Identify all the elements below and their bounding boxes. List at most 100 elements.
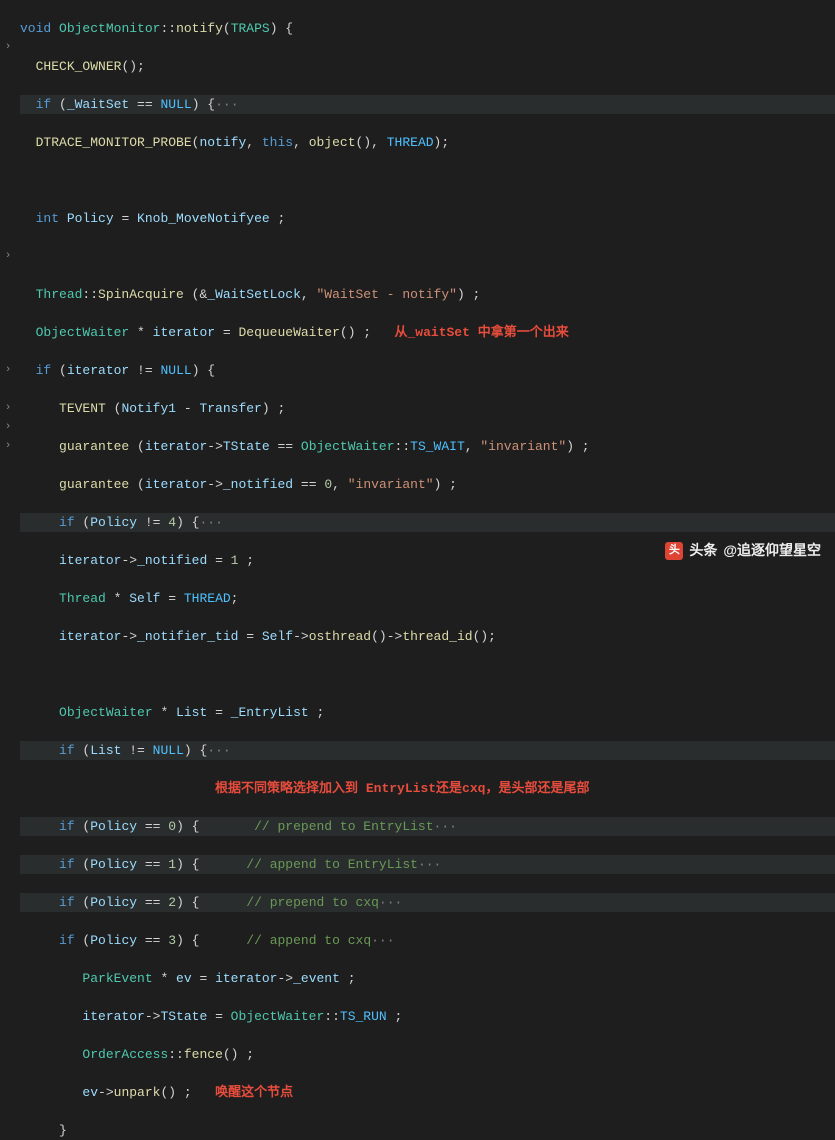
const: NULL bbox=[153, 743, 184, 758]
member: TState bbox=[223, 439, 270, 454]
const: TS_RUN bbox=[340, 1009, 387, 1024]
type: OrderAccess bbox=[82, 1047, 168, 1062]
var: _WaitSet bbox=[67, 97, 129, 112]
type: ObjectMonitor bbox=[59, 21, 160, 36]
var: iterator bbox=[82, 1009, 144, 1024]
var: iterator bbox=[153, 325, 215, 340]
watermark-icon: 头 bbox=[665, 542, 683, 560]
fold-dots[interactable]: ··· bbox=[371, 933, 394, 948]
var: List bbox=[176, 705, 207, 720]
code-line: if (_WaitSet == NULL) {··· bbox=[20, 95, 835, 114]
code-line: DTRACE_MONITOR_PROBE(notify, this, objec… bbox=[20, 133, 835, 152]
gutter-cell bbox=[0, 475, 16, 494]
fold-dots[interactable]: ··· bbox=[199, 515, 222, 530]
comment: // prepend to EntryList bbox=[254, 819, 433, 834]
fold-dots[interactable]: ··· bbox=[207, 743, 230, 758]
gutter-cell bbox=[0, 342, 16, 361]
const: NULL bbox=[160, 363, 191, 378]
function: osthread bbox=[309, 629, 371, 644]
gutter-cell bbox=[0, 551, 16, 570]
gutter-cell bbox=[0, 323, 16, 342]
number: 3 bbox=[168, 933, 176, 948]
fold-dots[interactable]: ··· bbox=[215, 97, 238, 112]
fold-marker[interactable]: › bbox=[0, 361, 16, 380]
code-line: OrderAccess::fence() ; bbox=[20, 1045, 835, 1064]
function: DequeueWaiter bbox=[238, 325, 339, 340]
var: Self bbox=[262, 629, 293, 644]
var: iterator bbox=[215, 971, 277, 986]
function: guarantee bbox=[59, 439, 129, 454]
var: Policy bbox=[90, 895, 137, 910]
annotation: 从_waitSet 中拿第一个出来 bbox=[395, 325, 569, 340]
code-line: if (Policy == 0) { // prepend to EntryLi… bbox=[20, 817, 835, 836]
var: iterator bbox=[145, 439, 207, 454]
code-line: Thread::SpinAcquire (&_WaitSetLock, "Wai… bbox=[20, 285, 835, 304]
const: NULL bbox=[160, 97, 191, 112]
code-line: void ObjectMonitor::notify(TRAPS) { bbox=[20, 19, 835, 38]
gutter-cell bbox=[0, 304, 16, 323]
code-line: if (Policy != 4) {··· bbox=[20, 513, 835, 532]
keyword: if bbox=[36, 363, 52, 378]
keyword: void bbox=[20, 21, 51, 36]
var: List bbox=[90, 743, 121, 758]
comment: // append to EntryList bbox=[246, 857, 418, 872]
macro: TEVENT bbox=[59, 401, 106, 416]
var: Policy bbox=[90, 515, 137, 530]
code-line: iterator->_notifier_tid = Self->osthread… bbox=[20, 627, 835, 646]
member: _notifier_tid bbox=[137, 629, 238, 644]
fold-marker[interactable]: › bbox=[0, 38, 16, 57]
type: ObjectWaiter bbox=[36, 325, 130, 340]
number: 0 bbox=[324, 477, 332, 492]
code-line: if (Policy == 2) { // prepend to cxq··· bbox=[20, 893, 835, 912]
function: fence bbox=[184, 1047, 223, 1062]
keyword: if bbox=[59, 819, 75, 834]
fold-marker[interactable]: › bbox=[0, 247, 16, 266]
fold-dots[interactable]: ··· bbox=[418, 857, 441, 872]
gutter-cell bbox=[0, 532, 16, 551]
code-line: guarantee (iterator->_notified == 0, "in… bbox=[20, 475, 835, 494]
var: iterator bbox=[59, 553, 121, 568]
keyword: if bbox=[36, 97, 52, 112]
code-line: guarantee (iterator->TState == ObjectWai… bbox=[20, 437, 835, 456]
member: TState bbox=[160, 1009, 207, 1024]
code-line: CHECK_OWNER(); bbox=[20, 57, 835, 76]
fold-marker[interactable]: › bbox=[0, 399, 16, 418]
code-area[interactable]: void ObjectMonitor::notify(TRAPS) { CHEC… bbox=[16, 0, 835, 570]
keyword: if bbox=[59, 857, 75, 872]
code-line bbox=[20, 665, 835, 684]
member: _event bbox=[293, 971, 340, 986]
string: "invariant" bbox=[480, 439, 566, 454]
gutter-cell bbox=[0, 456, 16, 475]
fold-dots[interactable]: ··· bbox=[434, 819, 457, 834]
var: Policy bbox=[67, 211, 114, 226]
type: ObjectWaiter bbox=[231, 1009, 325, 1024]
code-line: TEVENT (Notify1 - Transfer) ; bbox=[20, 399, 835, 418]
annotation: 根据不同策略选择加入到 EntryList还是cxq，是头部还是尾部 bbox=[215, 781, 589, 796]
gutter-cell bbox=[0, 266, 16, 285]
macro: DTRACE_MONITOR_PROBE bbox=[36, 135, 192, 150]
code-editor: › › › › › › void ObjectMonitor::notify(T… bbox=[0, 0, 835, 570]
var: _EntryList bbox=[231, 705, 309, 720]
gutter-cell bbox=[0, 19, 16, 38]
number: 0 bbox=[168, 819, 176, 834]
arg: Notify1 bbox=[121, 401, 176, 416]
code-line: } bbox=[20, 1121, 835, 1140]
fold-marker[interactable]: › bbox=[0, 418, 16, 437]
code-line: ev->unpark() ; 唤醒这个节点 bbox=[20, 1083, 835, 1102]
gutter-fold-column: › › › › › › bbox=[0, 0, 16, 570]
fold-dots[interactable]: ··· bbox=[379, 895, 402, 910]
fold-marker[interactable]: › bbox=[0, 437, 16, 456]
function: unpark bbox=[114, 1085, 161, 1100]
gutter-cell bbox=[0, 114, 16, 133]
gutter-cell bbox=[0, 190, 16, 209]
code-line bbox=[20, 171, 835, 190]
macro: CHECK_OWNER bbox=[36, 59, 122, 74]
gutter-cell bbox=[0, 0, 16, 19]
var: iterator bbox=[67, 363, 129, 378]
number: 4 bbox=[168, 515, 176, 530]
gutter-cell bbox=[0, 494, 16, 513]
type: ObjectWaiter bbox=[301, 439, 395, 454]
function: SpinAcquire bbox=[98, 287, 184, 302]
watermark-prefix: 头条 bbox=[689, 541, 717, 560]
gutter-cell bbox=[0, 95, 16, 114]
